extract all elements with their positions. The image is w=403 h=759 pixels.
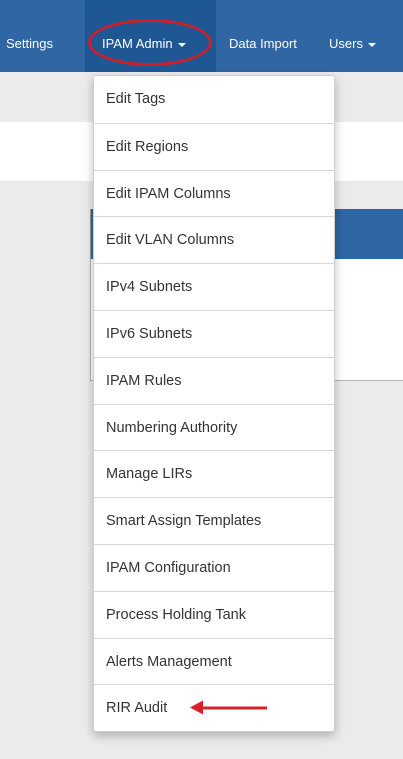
- menu-item-edit-vlan-columns[interactable]: Edit VLAN Columns: [94, 216, 334, 263]
- menu-item-smart-assign-templates[interactable]: Smart Assign Templates: [94, 497, 334, 544]
- menu-item-label: IPv6 Subnets: [106, 325, 193, 342]
- menu-item-label: Alerts Management: [106, 653, 232, 670]
- menu-item-ipam-configuration[interactable]: IPAM Configuration: [94, 543, 334, 591]
- nav-settings-label: Settings: [6, 36, 53, 51]
- menu-item-label: Edit Regions: [106, 138, 189, 155]
- menu-item-numbering-authority[interactable]: Numbering Authority: [94, 403, 334, 451]
- menu-item-label: IPAM Configuration: [106, 559, 231, 576]
- menu-item-edit-tags[interactable]: Edit Tags: [94, 76, 334, 123]
- menu-item-ipam-rules[interactable]: IPAM Rules: [94, 356, 334, 404]
- top-navbar: Settings IPAM Admin Data Import Users: [0, 0, 403, 72]
- menu-item-ipv6-subnets[interactable]: IPv6 Subnets: [94, 309, 334, 357]
- menu-item-label: Edit Tags: [106, 91, 166, 107]
- arrow-left-icon: [190, 700, 267, 715]
- menu-item-edit-ipam-columns[interactable]: Edit IPAM Columns: [94, 169, 334, 217]
- menu-item-label: RIR Audit: [106, 700, 168, 717]
- caret-down-icon: [367, 42, 376, 47]
- menu-item-label: Smart Assign Templates: [106, 513, 262, 530]
- menu-item-process-holding-tank[interactable]: Process Holding Tank: [94, 590, 334, 638]
- menu-item-ipv4-subnets[interactable]: IPv4 Subnets: [94, 263, 334, 310]
- menu-item-label: Edit IPAM Columns: [106, 185, 231, 202]
- nav-ipam-admin-label: IPAM Admin: [102, 36, 173, 51]
- menu-item-edit-regions[interactable]: Edit Regions: [94, 122, 334, 170]
- nav-users-label: Users: [329, 36, 363, 51]
- nav-data-import-label: Data Import: [229, 36, 297, 51]
- menu-item-label: Numbering Authority: [106, 419, 238, 436]
- menu-item-label: Edit VLAN Columns: [106, 232, 235, 249]
- menu-item-label: Process Holding Tank: [106, 606, 246, 623]
- nav-data-import[interactable]: Data Import: [229, 0, 297, 72]
- nav-settings[interactable]: Settings: [6, 0, 53, 72]
- menu-item-label: IPv4 Subnets: [106, 279, 193, 296]
- caret-down-icon: [177, 42, 186, 47]
- menu-item-label: Manage LIRs: [106, 466, 193, 483]
- nav-users[interactable]: Users: [329, 0, 376, 72]
- nav-ipam-admin[interactable]: IPAM Admin: [85, 0, 216, 72]
- ipam-admin-dropdown-menu: Edit Tags Edit Regions Edit IPAM Columns…: [93, 75, 335, 733]
- menu-item-rir-audit[interactable]: RIR Audit: [94, 684, 334, 731]
- menu-item-manage-lirs[interactable]: Manage LIRs: [94, 450, 334, 497]
- menu-item-alerts-management[interactable]: Alerts Management: [94, 637, 334, 685]
- menu-item-label: IPAM Rules: [106, 372, 182, 389]
